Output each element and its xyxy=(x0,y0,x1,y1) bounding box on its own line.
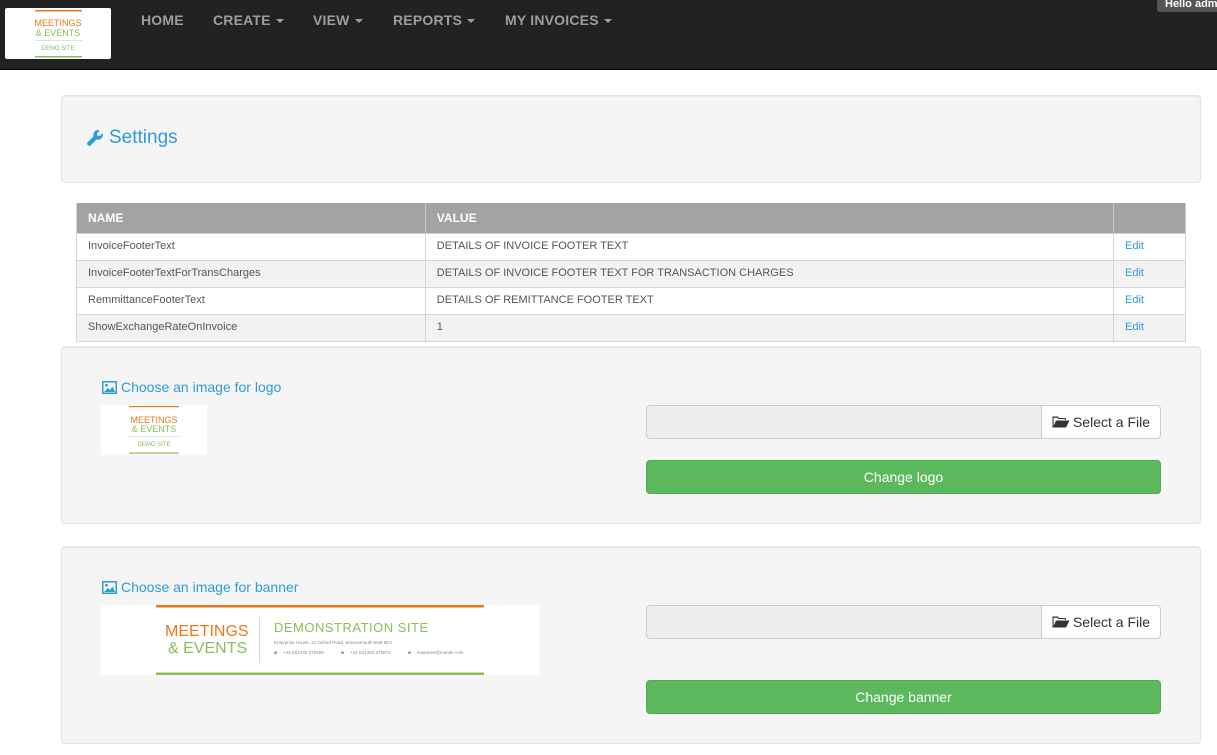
choose-logo-text: Choose an image for logo xyxy=(121,379,282,395)
choose-logo-label[interactable]: Choose an image for logo xyxy=(102,379,281,395)
change-logo-button[interactable]: Change logo xyxy=(646,460,1161,494)
svg-text:enquiries@mande.com: enquiries@mande.com xyxy=(417,650,464,655)
edit-link[interactable]: Edit xyxy=(1125,294,1144,306)
nav-create[interactable]: CREATE xyxy=(213,12,284,28)
caret-down-icon xyxy=(275,19,284,24)
table-row: InvoiceFooterTextForTransCharges DETAILS… xyxy=(76,259,1186,287)
column-header-actions xyxy=(1113,203,1186,233)
folder-open-icon xyxy=(1052,616,1070,628)
banner-file-picker: Select a File xyxy=(646,605,1161,639)
svg-text:& EVENTS: & EVENTS xyxy=(132,424,177,434)
logo-select-file-label: Select a File xyxy=(1072,414,1151,430)
edit-cell: Edit xyxy=(1113,286,1186,314)
edit-link[interactable]: Edit xyxy=(1125,240,1144,252)
column-header-value[interactable]: VALUE xyxy=(425,203,1115,233)
setting-value-cell: DETAILS OF INVOICE FOOTER TEXT xyxy=(425,232,1115,260)
table-row: RemmittanceFooterText DETAILS OF REMITTA… xyxy=(76,286,1186,314)
setting-value-cell: 1 xyxy=(425,313,1115,342)
setting-name-cell: RemmittanceFooterText xyxy=(76,286,426,314)
svg-text:Enterprise House, 21 Oxford Ro: Enterprise House, 21 Oxford Road, Bourne… xyxy=(274,640,392,645)
logo-preview-image: MEETINGS & EVENTS DEMO SITE xyxy=(129,406,179,454)
svg-text:MEETINGS: MEETINGS xyxy=(165,623,249,640)
logo-select-file-button[interactable]: Select a File xyxy=(1041,405,1161,439)
settings-title-text: Settings xyxy=(109,127,178,148)
svg-text:DEMONSTRATION SITE: DEMONSTRATION SITE xyxy=(274,620,429,635)
top-navbar: MEETINGS & EVENTS DEMO SITE HOME CREATE … xyxy=(0,0,1217,70)
banner-file-path-input[interactable] xyxy=(646,605,1041,639)
svg-text:& EVENTS: & EVENTS xyxy=(36,28,81,38)
edit-link[interactable]: Edit xyxy=(1125,267,1144,279)
wrench-icon xyxy=(87,130,103,146)
nav-my-invoices[interactable]: MY INVOICES xyxy=(505,12,612,28)
banner-select-file-label: Select a File xyxy=(1072,614,1151,630)
nav-home-label: HOME xyxy=(141,12,184,28)
setting-name-cell: ShowExchangeRateOnInvoice xyxy=(76,313,426,342)
logo-upload-panel: Choose an image for logo MEETINGS & EVEN… xyxy=(61,346,1201,524)
setting-name-cell: InvoiceFooterTextForTransCharges xyxy=(76,259,426,287)
table-row: ShowExchangeRateOnInvoice 1 Edit xyxy=(76,313,1186,342)
logo-file-picker: Select a File xyxy=(646,405,1161,439)
caret-down-icon xyxy=(467,19,476,24)
settings-header-panel: Settings xyxy=(61,95,1201,183)
logo-file-path-input[interactable] xyxy=(646,405,1041,439)
table-header-row: NAME VALUE xyxy=(76,203,1186,233)
page-title: Settings xyxy=(86,127,178,149)
nav-view-label: VIEW xyxy=(313,12,350,28)
svg-text:DEMO SITE: DEMO SITE xyxy=(41,46,74,52)
edit-link[interactable]: Edit xyxy=(1125,321,1144,333)
svg-text:+44 (0)1202 375550: +44 (0)1202 375550 xyxy=(283,650,324,655)
nav-create-label: CREATE xyxy=(213,12,271,28)
folder-open-icon xyxy=(1052,416,1070,428)
meetings-events-logo-image: MEETINGS & EVENTS DEMO SITE xyxy=(34,10,82,58)
svg-text:+44 (0)1202 375574: +44 (0)1202 375574 xyxy=(350,650,391,655)
banner-select-file-button[interactable]: Select a File xyxy=(1041,605,1161,639)
choose-banner-label[interactable]: Choose an image for banner xyxy=(102,579,298,595)
svg-text:MEETINGS: MEETINGS xyxy=(34,18,81,28)
table-row: InvoiceFooterText DETAILS OF INVOICE FOO… xyxy=(76,232,1186,260)
setting-value-cell: DETAILS OF INVOICE FOOTER TEXT FOR TRANS… xyxy=(425,259,1115,287)
caret-down-icon xyxy=(354,19,363,24)
edit-cell: Edit xyxy=(1113,313,1186,342)
nav-view[interactable]: VIEW xyxy=(313,12,363,28)
current-banner-preview: MEETINGS & EVENTS DEMONSTRATION SITE Ent… xyxy=(101,605,539,675)
setting-name-cell: InvoiceFooterText xyxy=(76,232,426,260)
svg-text:DEMO SITE: DEMO SITE xyxy=(137,442,170,448)
nav-reports-label: REPORTS xyxy=(393,12,463,28)
caret-down-icon xyxy=(603,19,612,24)
edit-cell: Edit xyxy=(1113,232,1186,260)
column-header-name[interactable]: NAME xyxy=(76,203,426,233)
setting-value-cell: DETAILS OF REMITTANCE FOOTER TEXT xyxy=(425,286,1115,314)
picture-icon xyxy=(102,580,117,594)
picture-icon xyxy=(102,380,117,394)
svg-text:& EVENTS: & EVENTS xyxy=(168,640,247,657)
nav-home[interactable]: HOME xyxy=(141,12,184,28)
nav-reports[interactable]: REPORTS xyxy=(393,12,476,28)
user-greeting[interactable]: Hello admi xyxy=(1157,0,1217,12)
brand-logo[interactable]: MEETINGS & EVENTS DEMO SITE xyxy=(5,8,111,59)
banner-upload-panel: Choose an image for banner MEETINGS & EV… xyxy=(61,546,1201,744)
banner-preview-image: MEETINGS & EVENTS DEMONSTRATION SITE Ent… xyxy=(156,605,484,675)
settings-table: NAME VALUE InvoiceFooterText DETAILS OF … xyxy=(76,203,1186,342)
current-logo-preview: MEETINGS & EVENTS DEMO SITE xyxy=(101,405,207,455)
choose-banner-text: Choose an image for banner xyxy=(121,579,299,595)
change-banner-button[interactable]: Change banner xyxy=(646,680,1161,714)
edit-cell: Edit xyxy=(1113,259,1186,287)
nav-my-invoices-label: MY INVOICES xyxy=(505,12,599,28)
